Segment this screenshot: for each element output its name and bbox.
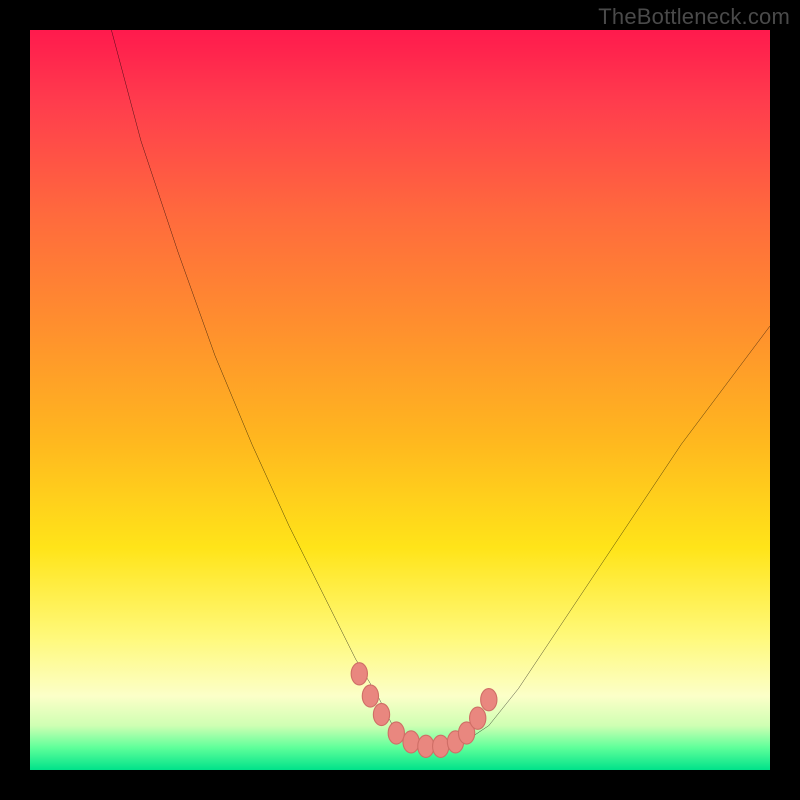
curve-marker <box>351 663 367 685</box>
chart-frame: TheBottleneck.com <box>0 0 800 800</box>
curve-marker <box>418 735 434 757</box>
curve-marker <box>433 735 449 757</box>
curve-marker <box>470 707 486 729</box>
plot-area <box>30 30 770 770</box>
curve-marker <box>403 731 419 753</box>
curve-markers <box>351 663 497 758</box>
bottleneck-curve-svg <box>30 30 770 770</box>
bottleneck-curve <box>111 30 770 748</box>
curve-marker <box>388 722 404 744</box>
curve-marker <box>362 685 378 707</box>
curve-marker <box>373 703 389 725</box>
watermark-text: TheBottleneck.com <box>598 4 790 30</box>
curve-marker <box>481 689 497 711</box>
